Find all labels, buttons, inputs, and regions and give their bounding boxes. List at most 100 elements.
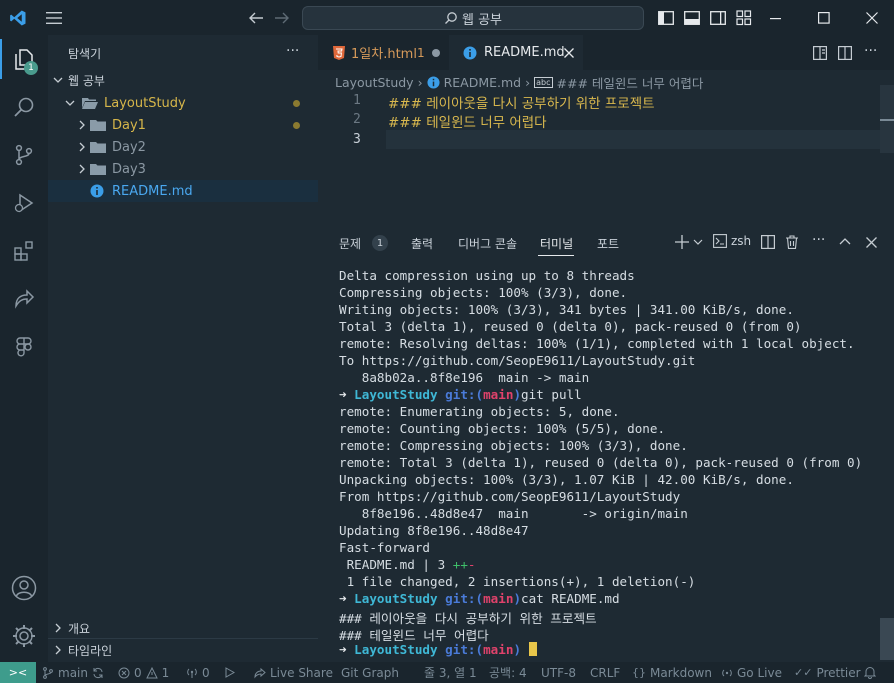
cursor-position[interactable]: 줄 3, 열 1: [424, 662, 477, 683]
tab-readme[interactable]: README.md: [449, 35, 583, 70]
code-line-1[interactable]: ### 레이아웃을 다시 공부하기 위한 프로젝트: [388, 92, 655, 112]
problems-indicator[interactable]: 0 1: [118, 662, 169, 683]
language-mode[interactable]: {} Markdown: [632, 662, 712, 683]
tab-1day-html[interactable]: 1일차.html 1: [318, 35, 448, 70]
settings-gear-icon[interactable]: [8, 620, 40, 652]
outline-label: 개요: [68, 621, 91, 636]
toggle-secondary-sidebar-icon[interactable]: [708, 8, 728, 28]
breadcrumb-file[interactable]: README.md: [444, 75, 522, 90]
terminal-output[interactable]: Delta compression using up to 8 threads C…: [318, 268, 878, 662]
editor-group: 1일차.html 1 README.md ··· LayoutStudy › R…: [318, 35, 894, 230]
breadcrumb: LayoutStudy › README.md › abc ### 테일윈드 너…: [335, 73, 703, 91]
run-debug-icon[interactable]: [8, 187, 40, 219]
split-editor-icon[interactable]: [837, 45, 853, 61]
live-share-icon[interactable]: [8, 283, 40, 315]
live-share-button[interactable]: Live Share: [254, 662, 333, 683]
terminal-line: Compressing objects: 100% (3/3), done.: [339, 285, 628, 300]
panel-tab-problems[interactable]: 문제: [339, 235, 361, 252]
open-preview-icon[interactable]: [812, 45, 828, 61]
ports-indicator[interactable]: 0: [186, 662, 210, 683]
workspace-root-label: 웹 공부: [68, 73, 105, 88]
back-arrow-icon[interactable]: [246, 8, 266, 28]
git-graph-button[interactable]: Git Graph: [341, 662, 399, 683]
figma-icon[interactable]: [8, 331, 40, 363]
menu-icon[interactable]: [44, 8, 64, 28]
folder-icon: [90, 141, 106, 153]
folder-day1-label: Day1: [112, 117, 146, 133]
file-readme[interactable]: README.md: [48, 180, 318, 202]
file-readme-label: README.md: [112, 183, 193, 199]
prompt-arrow: ➜: [339, 642, 355, 657]
split-terminal-icon[interactable]: [760, 234, 776, 250]
breadcrumb-folder[interactable]: LayoutStudy: [335, 75, 414, 90]
explorer-icon[interactable]: 1: [8, 43, 40, 75]
sync-icon[interactable]: [92, 667, 104, 679]
terminal-line: 8a8b02a..8f8e196 main -> main: [339, 370, 590, 385]
warning-icon: [145, 666, 158, 679]
terminal-line: Fast-forward: [339, 540, 430, 555]
close-window-icon[interactable]: [862, 8, 882, 28]
terminal-cursor: [529, 642, 538, 656]
outline-section[interactable]: 개요: [48, 617, 318, 639]
prompt-git-label: git:(: [445, 591, 484, 606]
forward-arrow-icon[interactable]: [272, 8, 292, 28]
minimize-icon[interactable]: [766, 8, 786, 28]
sidebar-more-button[interactable]: ···: [286, 43, 299, 59]
new-terminal-plus-icon[interactable]: [674, 234, 690, 250]
search-text: 웹 공부: [461, 12, 502, 28]
toggle-panel-icon[interactable]: [682, 8, 702, 28]
broadcast-icon: [186, 667, 198, 679]
encoding[interactable]: UTF-8: [541, 662, 576, 683]
command-center-search[interactable]: 웹 공부: [302, 6, 644, 30]
breadcrumb-symbol[interactable]: ### 테일윈드 너무 어렵다: [557, 73, 704, 92]
prettier-button[interactable]: ✓✓ Prettier: [794, 662, 861, 683]
maximize-icon[interactable]: [814, 8, 834, 28]
chevron-down-icon[interactable]: [692, 235, 704, 249]
extensions-icon[interactable]: [8, 235, 40, 267]
customize-layout-icon[interactable]: [734, 8, 754, 28]
editor-more-button[interactable]: ···: [864, 43, 877, 59]
go-live-button[interactable]: Go Live: [721, 662, 782, 683]
terminal-line: 1 file changed, 2 insertions(+), 1 delet…: [339, 574, 696, 589]
folder-layoutstudy[interactable]: LayoutStudy: [48, 92, 318, 114]
source-control-icon[interactable]: [8, 139, 40, 171]
search-sidebar-icon[interactable]: [8, 91, 40, 123]
live-share-label: Live Share: [270, 665, 333, 680]
chevron-right-icon: [76, 120, 88, 130]
terminal-line: 8f8e196..48d8e47 main -> origin/main: [339, 506, 688, 521]
folder-icon: [90, 119, 106, 131]
end-of-line[interactable]: CRLF: [590, 662, 620, 683]
account-icon[interactable]: [8, 572, 40, 604]
panel-tab-ports[interactable]: 포트: [597, 235, 619, 252]
timeline-section[interactable]: 타임라인: [48, 639, 318, 661]
panel-tab-output[interactable]: 출력: [411, 235, 433, 252]
trash-icon[interactable]: [784, 234, 800, 250]
folder-day1[interactable]: Day1: [48, 114, 318, 136]
double-check-icon: ✓✓: [794, 666, 813, 679]
close-panel-icon[interactable]: [863, 234, 879, 250]
terminal-shell-selector[interactable]: zsh: [713, 234, 751, 248]
panel-tab-debug-console[interactable]: 디버그 콘솔: [458, 235, 517, 252]
folder-day3[interactable]: Day3: [48, 158, 318, 180]
folder-icon: [90, 163, 106, 175]
indentation[interactable]: 공백: 4: [489, 662, 527, 683]
panel-tab-terminal[interactable]: 터미널: [540, 235, 573, 252]
notifications-bell-icon[interactable]: [864, 662, 876, 683]
panel-more-button[interactable]: ···: [812, 232, 825, 248]
remote-indicator[interactable]: ><: [0, 662, 36, 683]
modified-dot: [293, 99, 300, 107]
chevron-right-icon: [76, 142, 88, 152]
close-tab-icon[interactable]: [564, 47, 574, 58]
maximize-panel-icon[interactable]: [837, 234, 853, 250]
code-line-2[interactable]: ### 테일윈드 너무 어렵다: [388, 111, 547, 131]
terminal-scrollbar[interactable]: [880, 618, 894, 660]
problems-badge: 1: [372, 235, 388, 251]
chevron-down-icon: [52, 75, 64, 85]
workspace-root[interactable]: 웹 공부: [48, 69, 318, 91]
folder-day2[interactable]: Day2: [48, 136, 318, 158]
status-bar: >< main 0 1 0 Live Share Git Graph 줄 3, …: [0, 662, 894, 683]
toggle-sidebar-icon[interactable]: [656, 8, 676, 28]
branch-indicator[interactable]: main: [42, 662, 104, 683]
run-icon[interactable]: [224, 662, 235, 683]
terminal-prompt-line: ➜ LayoutStudy git:(main)cat README.md: [339, 591, 620, 606]
